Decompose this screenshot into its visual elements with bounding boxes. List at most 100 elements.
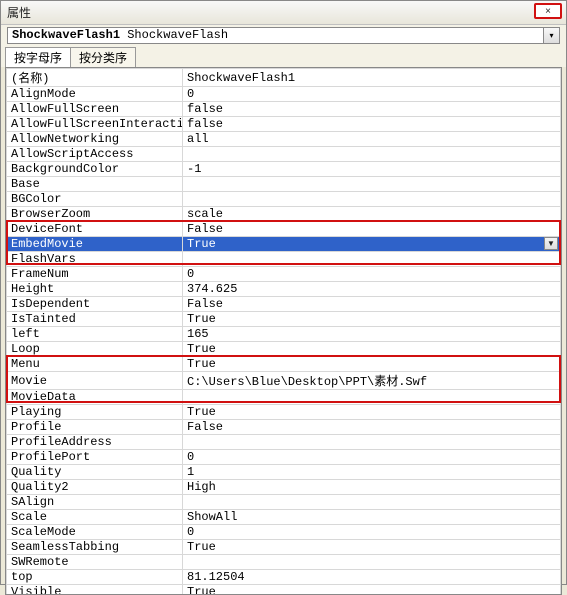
property-value[interactable]: false (183, 117, 561, 132)
property-row[interactable]: AlignMode0 (7, 87, 561, 102)
property-value[interactable]: 81.12504 (183, 570, 561, 585)
property-name[interactable]: SWRemote (7, 555, 183, 570)
property-name[interactable]: left (7, 327, 183, 342)
property-name[interactable]: Base (7, 177, 183, 192)
property-name[interactable]: Profile (7, 420, 183, 435)
property-name[interactable]: Playing (7, 405, 183, 420)
property-row[interactable]: AllowFullScreenfalse (7, 102, 561, 117)
value-dropdown-button[interactable]: ▼ (544, 237, 558, 250)
property-row[interactable]: DeviceFontFalse (7, 222, 561, 237)
property-name[interactable]: BrowserZoom (7, 207, 183, 222)
property-value[interactable]: false (183, 102, 561, 117)
property-value[interactable]: 0 (183, 450, 561, 465)
property-row[interactable]: MovieC:\Users\Blue\Desktop\PPT\素材.Swf (7, 372, 561, 390)
property-value[interactable]: High (183, 480, 561, 495)
property-value[interactable] (183, 555, 561, 570)
property-row[interactable]: left165 (7, 327, 561, 342)
property-value[interactable]: -1 (183, 162, 561, 177)
property-name[interactable]: Visible (7, 585, 183, 595)
property-name[interactable]: AllowNetworking (7, 132, 183, 147)
property-name[interactable]: IsDependent (7, 297, 183, 312)
property-row[interactable]: (名称)ShockwaveFlash1 (7, 69, 561, 87)
property-grid-container[interactable]: (名称)ShockwaveFlash1AlignMode0AllowFullSc… (5, 67, 562, 595)
property-name[interactable]: AllowScriptAccess (7, 147, 183, 162)
property-row[interactable]: Quality1 (7, 465, 561, 480)
property-row[interactable]: IsTaintedTrue (7, 312, 561, 327)
property-row[interactable]: AllowNetworkingall (7, 132, 561, 147)
property-row[interactable]: SAlign (7, 495, 561, 510)
property-value[interactable]: ShockwaveFlash1 (183, 69, 561, 87)
property-row[interactable]: ProfileFalse (7, 420, 561, 435)
property-row[interactable]: BrowserZoomscale (7, 207, 561, 222)
property-name[interactable]: DeviceFont (7, 222, 183, 237)
property-value[interactable]: 0 (183, 525, 561, 540)
property-value[interactable]: 165 (183, 327, 561, 342)
property-value[interactable]: 0 (183, 87, 561, 102)
property-name[interactable]: top (7, 570, 183, 585)
property-name[interactable]: ScaleMode (7, 525, 183, 540)
property-value[interactable] (183, 252, 561, 267)
property-row[interactable]: BGColor (7, 192, 561, 207)
property-row[interactable]: SWRemote (7, 555, 561, 570)
property-row[interactable]: FlashVars (7, 252, 561, 267)
property-name[interactable]: Scale (7, 510, 183, 525)
property-name[interactable]: MovieData (7, 390, 183, 405)
property-name[interactable]: SAlign (7, 495, 183, 510)
property-value[interactable]: C:\Users\Blue\Desktop\PPT\素材.Swf (183, 372, 561, 390)
property-value[interactable]: scale (183, 207, 561, 222)
property-value[interactable] (183, 390, 561, 405)
tab-categorized[interactable]: 按分类序 (70, 47, 136, 67)
property-name[interactable]: Quality (7, 465, 183, 480)
property-value[interactable]: all (183, 132, 561, 147)
property-row[interactable]: Base (7, 177, 561, 192)
property-name[interactable]: Menu (7, 357, 183, 372)
property-row[interactable]: VisibleTrue (7, 585, 561, 595)
property-name[interactable]: ProfilePort (7, 450, 183, 465)
property-row[interactable]: ProfileAddress (7, 435, 561, 450)
property-row[interactable]: ProfilePort0 (7, 450, 561, 465)
property-name[interactable]: Height (7, 282, 183, 297)
property-value[interactable]: False (183, 297, 561, 312)
property-value[interactable] (183, 495, 561, 510)
property-name[interactable]: AllowFullScreen (7, 102, 183, 117)
property-value[interactable]: 0 (183, 267, 561, 282)
object-selector-dropdown[interactable]: ▾ (543, 27, 560, 44)
property-row[interactable]: AllowFullScreenInteractivefalse (7, 117, 561, 132)
property-row[interactable]: ScaleMode0 (7, 525, 561, 540)
property-value[interactable]: ShowAll (183, 510, 561, 525)
property-value[interactable]: 1 (183, 465, 561, 480)
property-name[interactable]: Quality2 (7, 480, 183, 495)
property-value[interactable] (183, 147, 561, 162)
property-name[interactable]: Movie (7, 372, 183, 390)
property-name[interactable]: EmbedMovie (7, 237, 183, 252)
property-value[interactable]: True (183, 585, 561, 595)
tab-alphabetic[interactable]: 按字母序 (5, 47, 71, 67)
property-row[interactable]: MenuTrue (7, 357, 561, 372)
property-row[interactable]: PlayingTrue (7, 405, 561, 420)
property-row[interactable]: AllowScriptAccess (7, 147, 561, 162)
property-value[interactable] (183, 435, 561, 450)
property-name[interactable]: IsTainted (7, 312, 183, 327)
property-name[interactable]: BackgroundColor (7, 162, 183, 177)
property-value[interactable]: True (183, 312, 561, 327)
close-button[interactable]: × (534, 3, 562, 19)
property-row[interactable]: FrameNum0 (7, 267, 561, 282)
property-row[interactable]: top81.12504 (7, 570, 561, 585)
property-row[interactable]: LoopTrue (7, 342, 561, 357)
property-value[interactable]: True (183, 405, 561, 420)
property-name[interactable]: FrameNum (7, 267, 183, 282)
property-grid[interactable]: (名称)ShockwaveFlash1AlignMode0AllowFullSc… (6, 68, 561, 595)
property-value[interactable]: True (183, 540, 561, 555)
property-value[interactable] (183, 192, 561, 207)
property-row[interactable]: BackgroundColor-1 (7, 162, 561, 177)
property-name[interactable]: Loop (7, 342, 183, 357)
property-value[interactable]: False (183, 222, 561, 237)
property-name[interactable]: BGColor (7, 192, 183, 207)
property-value[interactable]: False (183, 420, 561, 435)
object-selector[interactable]: ShockwaveFlash1 ShockwaveFlash (7, 27, 544, 44)
property-value[interactable]: 374.625 (183, 282, 561, 297)
property-name[interactable]: SeamlessTabbing (7, 540, 183, 555)
property-value[interactable]: True (183, 342, 561, 357)
property-row[interactable]: EmbedMovieTrue (7, 237, 561, 252)
property-value[interactable] (183, 177, 561, 192)
